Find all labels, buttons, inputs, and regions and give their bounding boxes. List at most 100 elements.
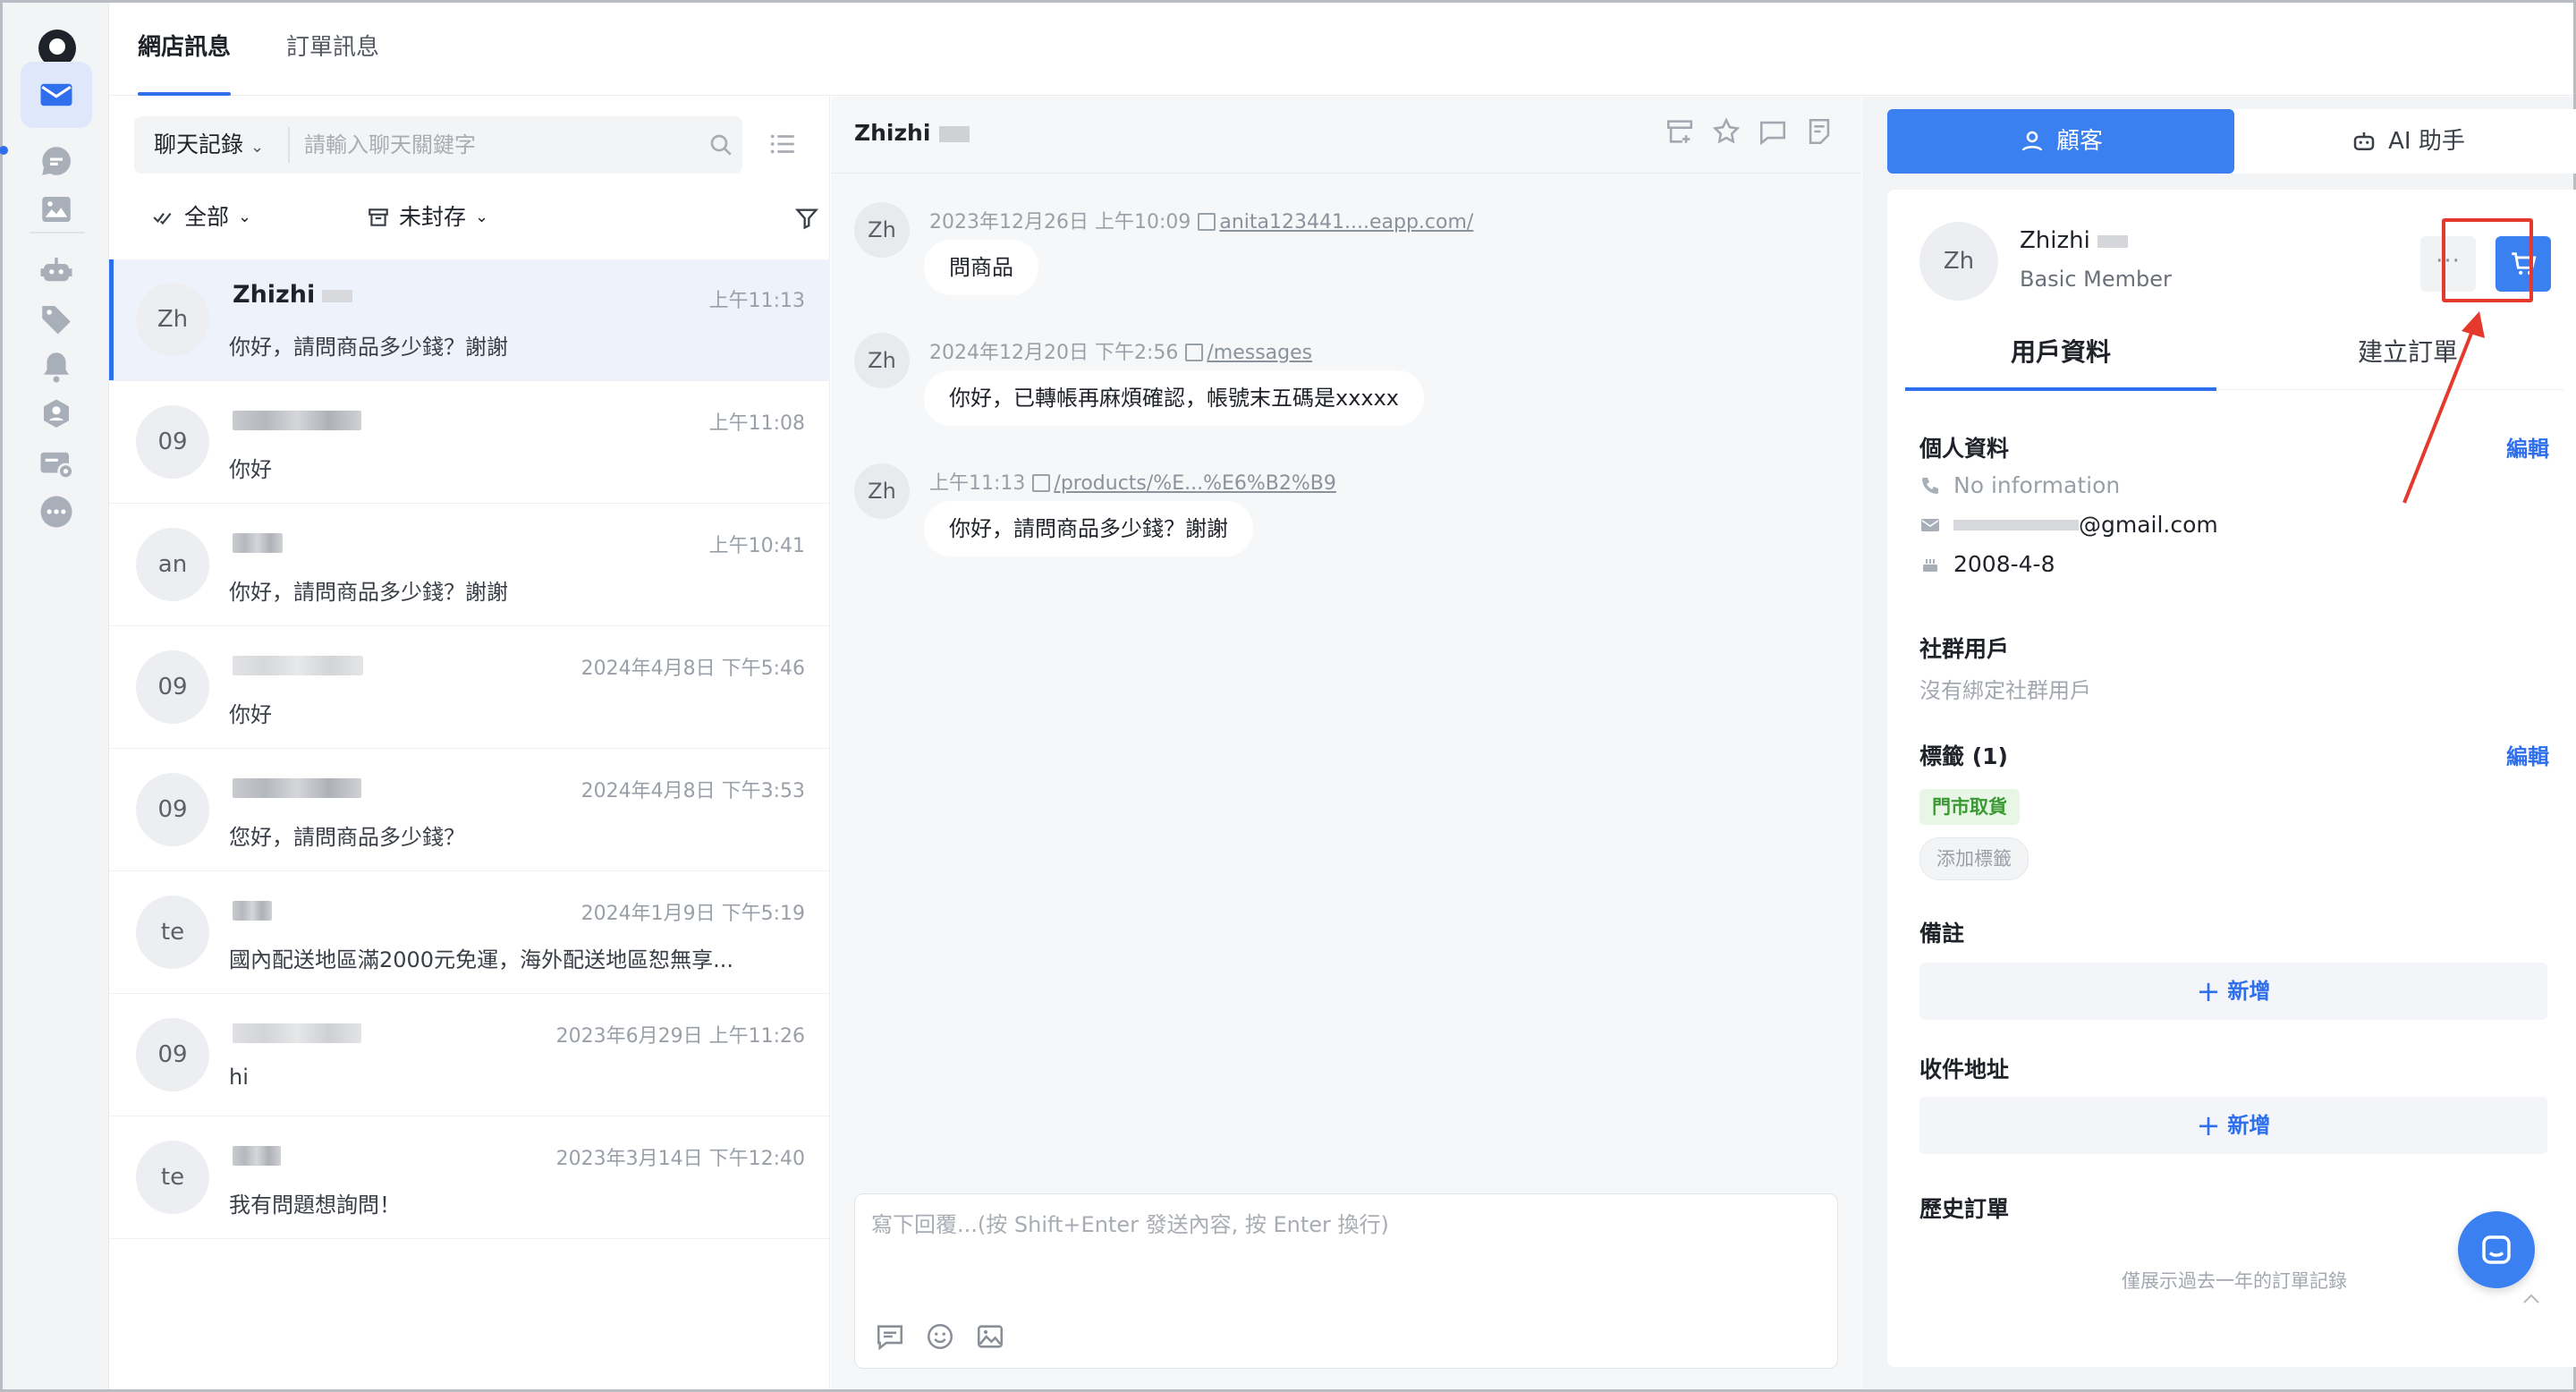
message-time: 2023年12月26日 上午10:09 [929, 211, 1191, 233]
search-input[interactable] [304, 116, 689, 174]
conversation-preview: hi [229, 1065, 249, 1090]
tab-shop-messages[interactable]: 網店訊息 [138, 3, 232, 96]
more-options-button[interactable]: ··· [2420, 236, 2476, 292]
support-chat-button[interactable] [2458, 1211, 2535, 1288]
message-meta: 2024年12月20日 下午2:56/messages [929, 336, 1312, 365]
avatar: Zh [854, 333, 910, 388]
search-type-dropdown[interactable]: 聊天記錄 ⌄ [154, 116, 264, 174]
add-address-label: 新增 [2227, 1113, 2271, 1138]
conversation-preview: 你好 [229, 457, 272, 482]
filter-row: 全部 ⌄ 未封存 ⌄ [134, 195, 819, 240]
tab-create-order[interactable]: 建立訂單 [2252, 324, 2563, 390]
quick-reply-icon[interactable] [875, 1321, 905, 1352]
conversation-item[interactable]: 09 2024年4月8日 下午3:53 您好，請問商品多少錢？ [109, 750, 830, 871]
conversation-item[interactable]: 09 上午11:08 你好 [109, 382, 830, 504]
conversation-time: 2024年1月9日 下午5:19 [580, 903, 805, 925]
conversation-name-redacted [233, 1146, 281, 1166]
star-icon[interactable] [1711, 116, 1741, 147]
tab-order-messages[interactable]: 訂單訊息 [286, 3, 379, 96]
conversation-item[interactable]: 09 2023年6月29日 上午11:26 hi [109, 995, 830, 1116]
filter-icon[interactable] [794, 206, 819, 231]
email-icon [1921, 518, 1939, 531]
conversation-time: 上午11:08 [708, 412, 805, 435]
icon-rail [0, 3, 109, 1389]
tab-customer[interactable]: 顧客 [1887, 109, 2234, 174]
note-icon[interactable] [1804, 116, 1835, 147]
avatar: Zh [854, 202, 910, 258]
birthday-row: 2008-4-8 [1919, 551, 2055, 577]
conversation-item[interactable]: 09 2024年4月8日 下午5:46 你好 [109, 627, 830, 749]
search-icon[interactable] [707, 131, 735, 159]
conversation-preview: 你好，請問商品多少錢？謝謝 [229, 335, 508, 360]
message-meta: 上午11:13/products/%E...%E6%B2%B9 [929, 467, 1336, 496]
filter-all-label: 全部 [184, 204, 230, 230]
email-domain: @gmail.com [2079, 512, 2218, 538]
avatar: Zh [1919, 222, 1998, 301]
conversation-time: 2023年3月14日 下午12:40 [555, 1148, 805, 1170]
user-icon [2021, 131, 2043, 151]
chat-widget-icon [2482, 1235, 2511, 1264]
conversation-time: 2024年4月8日 下午5:46 [580, 658, 805, 680]
image-upload-icon[interactable] [975, 1321, 1005, 1352]
conversation-item[interactable]: te 2023年3月14日 下午12:40 我有問題想詢問！ [109, 1117, 830, 1239]
avatar: 09 [136, 405, 209, 479]
plus-icon: + [2196, 1108, 2221, 1142]
personal-info-title: 個人資料 [1919, 436, 2010, 462]
tag-chip[interactable]: 門市取貨 [1919, 789, 2020, 825]
create-order-cart-button[interactable] [2496, 236, 2551, 292]
chevron-down-icon: ⌄ [475, 208, 489, 226]
conversation-time: 2023年6月29日 上午11:26 [555, 1025, 805, 1048]
conversation-item[interactable]: te 2024年1月9日 下午5:19 國內配送地區滿2000元免運，海外配送地… [109, 872, 830, 994]
mail-icon[interactable] [21, 62, 92, 128]
avatar: 09 [136, 773, 209, 846]
tab-ai-assistant-label: AI 助手 [2388, 128, 2465, 155]
address-title: 收件地址 [1919, 1057, 2010, 1082]
comment-icon[interactable] [1758, 116, 1788, 147]
filter-all-dropdown[interactable]: 全部 ⌄ [152, 195, 251, 240]
tab-user-profile[interactable]: 用戶資料 [1905, 324, 2216, 391]
cake-icon [1923, 558, 1937, 572]
double-check-icon [153, 212, 172, 225]
filter-archive-label: 未封存 [399, 204, 467, 230]
conversation-preview: 你好 [229, 702, 272, 727]
composer-toolbar [875, 1321, 1005, 1352]
customer-panel: 顧客 AI 助手 Zh Zhizhi Basic Member ··· 用戶資料… [1862, 97, 2576, 1389]
filter-archive-dropdown[interactable]: 未封存 ⌄ [367, 195, 488, 240]
avatar: te [136, 895, 209, 969]
external-link-icon [1032, 474, 1051, 492]
message-source-link[interactable]: /products/%E...%E6%B2%B9 [1054, 472, 1335, 495]
avatar: 09 [136, 650, 209, 724]
message-source-link[interactable]: /messages [1207, 342, 1312, 364]
conversation-item[interactable]: an 上午10:41 你好，請問商品多少錢？謝謝 [109, 505, 830, 626]
phone-icon [1922, 477, 1938, 494]
email-row: @gmail.com [1919, 512, 2218, 538]
reply-input[interactable] [871, 1207, 1819, 1296]
message-bubble: 問商品 [924, 240, 1038, 295]
tab-ai-assistant[interactable]: AI 助手 [2234, 109, 2576, 174]
archive-icon [369, 208, 388, 226]
avatar: an [136, 528, 209, 601]
emoji-icon[interactable] [925, 1321, 955, 1352]
edit-personal-info-link[interactable]: 編輯 [2506, 431, 2549, 463]
chevron-down-icon: ⌄ [238, 208, 252, 226]
list-view-icon[interactable] [767, 129, 798, 159]
message-source-link[interactable]: anita123441....eapp.com/ [1219, 211, 1473, 233]
conversation-item[interactable]: Zh Zhizhi 上午11:13 你好，請問商品多少錢？謝謝 [109, 259, 830, 381]
conversation-name-redacted [233, 533, 283, 553]
conversation-preview: 我有問題想詢問！ [229, 1193, 401, 1218]
email-redacted [1953, 519, 2079, 530]
add-tag-button[interactable]: 添加標籤 [1919, 837, 2029, 880]
chat-toolbar [1665, 116, 1835, 147]
cart-icon [2512, 252, 2537, 276]
add-note-button[interactable]: + 新增 [1919, 963, 2547, 1020]
edit-tags-link[interactable]: 編輯 [2506, 739, 2549, 770]
reply-composer [854, 1193, 1838, 1369]
add-address-button[interactable]: + 新增 [1919, 1097, 2547, 1154]
message-time: 2024年12月20日 下午2:56 [929, 342, 1179, 364]
more-icon[interactable] [21, 479, 92, 545]
conversation-name-redacted [233, 656, 363, 675]
archive-add-icon[interactable] [1665, 116, 1695, 147]
conversation-name-redacted [233, 778, 361, 798]
membership-level: Basic Member [2020, 267, 2172, 292]
chevron-up-icon[interactable] [2522, 1294, 2540, 1304]
